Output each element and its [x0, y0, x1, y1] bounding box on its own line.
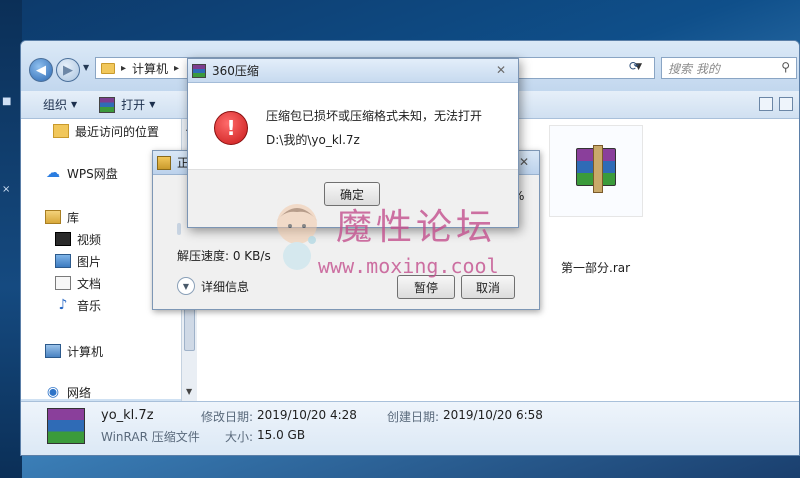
scroll-down-icon[interactable]: ▼: [186, 387, 192, 396]
folder-icon: [101, 62, 115, 74]
error-title-bar: 360压缩 ✕: [188, 59, 518, 83]
error-path: D:\我的\yo_kl.7z: [266, 133, 360, 147]
cloud-icon: ☁: [46, 165, 60, 181]
winrar-archive-icon: [47, 408, 85, 444]
progress-bar: [177, 223, 181, 235]
nav-item-computer[interactable]: 计算机: [21, 341, 181, 361]
music-icon: ♪: [58, 297, 68, 313]
nav-item-label: 视频: [77, 232, 102, 247]
pause-button[interactable]: 暂停: [397, 275, 455, 299]
nav-item-label: 网络: [67, 385, 92, 400]
library-icon: [45, 210, 61, 224]
search-input[interactable]: 搜索 我的 ⚲: [661, 57, 797, 79]
detail-modified-value: 2019/10/20 4:28: [257, 408, 357, 422]
chevron-down-icon: ▼: [71, 100, 78, 109]
nav-item-label: 最近访问的位置: [75, 124, 160, 139]
nav-item-label: WPS网盘: [67, 166, 118, 181]
nav-item-network[interactable]: ◉ 网络: [21, 385, 181, 399]
nav-item-recent-places[interactable]: 最近访问的位置: [21, 121, 181, 141]
desktop-edge: ■ ×: [0, 0, 22, 478]
organize-label: 组织: [43, 98, 68, 112]
document-icon: [55, 276, 71, 290]
breadcrumb-separator-icon: ▸: [174, 62, 180, 74]
chevron-down-icon: ▼: [149, 100, 156, 109]
winrar-icon: [99, 96, 116, 113]
back-button[interactable]: ◀: [29, 58, 53, 82]
recent-pages-dropdown[interactable]: ▼: [83, 63, 89, 72]
watermark-title: 魔性论坛: [336, 207, 497, 248]
nav-item-label: 计算机: [67, 344, 104, 359]
watermark-url: www.moxing.cool: [318, 254, 499, 278]
video-icon: [55, 232, 71, 246]
organize-button[interactable]: 组织 ▼: [43, 96, 77, 113]
error-title: 360压缩: [212, 64, 259, 78]
details-pane: yo_kl.7z WinRAR 压缩文件 修改日期: 2019/10/20 4:…: [21, 401, 799, 455]
detail-created-label: 创建日期:: [387, 410, 440, 424]
file-name[interactable]: 第一部分.rar: [561, 259, 630, 276]
error-message: 压缩包已损坏或压缩格式未知，无法打开: [266, 109, 483, 123]
open-button[interactable]: 打开 ▼: [99, 96, 155, 113]
360zip-icon: [192, 63, 206, 78]
refresh-button[interactable]: ⟳: [621, 59, 647, 79]
nav-item-label: 文档: [77, 276, 102, 291]
desktop-glyph: ■: [2, 96, 12, 107]
network-icon: ◉: [46, 385, 60, 399]
file-item[interactable]: [549, 125, 643, 217]
detail-size-value: 15.0 GB: [257, 428, 306, 442]
nav-item-label: 图片: [77, 254, 102, 269]
recent-places-icon: [53, 124, 69, 138]
arrow-right-icon: ▶: [63, 62, 73, 78]
details-label: 详细信息: [201, 279, 250, 294]
search-icon: ⚲: [781, 60, 790, 74]
detail-created-value: 2019/10/20 6:58: [443, 408, 543, 422]
desktop-glyph: ×: [2, 184, 11, 195]
chevron-down-icon: ▼: [177, 277, 195, 295]
open-label: 打开: [121, 98, 146, 112]
view-options-button[interactable]: [759, 97, 773, 111]
help-button[interactable]: [779, 97, 793, 111]
details-toggle[interactable]: ▼ 详细信息: [177, 277, 249, 295]
winrar-archive-icon: [576, 145, 616, 193]
watermark-mascot-icon: [276, 204, 318, 270]
cancel-button[interactable]: 取消: [461, 275, 515, 299]
forward-button[interactable]: ▶: [56, 58, 80, 82]
breadcrumb-separator-icon: ▸: [121, 62, 127, 74]
detail-file-name: yo_kl.7z: [101, 408, 154, 423]
detail-file-type: WinRAR 压缩文件: [101, 430, 200, 444]
extract-speed: 解压速度: 0 KB/s: [177, 249, 271, 263]
arrow-left-icon: ◀: [36, 62, 46, 78]
picture-icon: [55, 254, 71, 268]
nav-item-label: 库: [67, 210, 80, 225]
nav-item-label: 音乐: [77, 298, 102, 313]
refresh-icon: ⟳: [628, 59, 640, 73]
close-icon[interactable]: ✕: [519, 155, 529, 169]
computer-icon: [45, 344, 61, 358]
detail-modified-label: 修改日期:: [201, 410, 254, 424]
detail-size-label: 大小:: [225, 430, 254, 444]
view-controls: [759, 97, 793, 111]
search-placeholder: 搜索 我的: [668, 61, 720, 76]
error-icon: !: [214, 111, 248, 145]
close-icon[interactable]: ✕: [496, 63, 506, 77]
app-icon: [157, 155, 171, 170]
breadcrumb-computer[interactable]: 计算机: [132, 60, 168, 77]
